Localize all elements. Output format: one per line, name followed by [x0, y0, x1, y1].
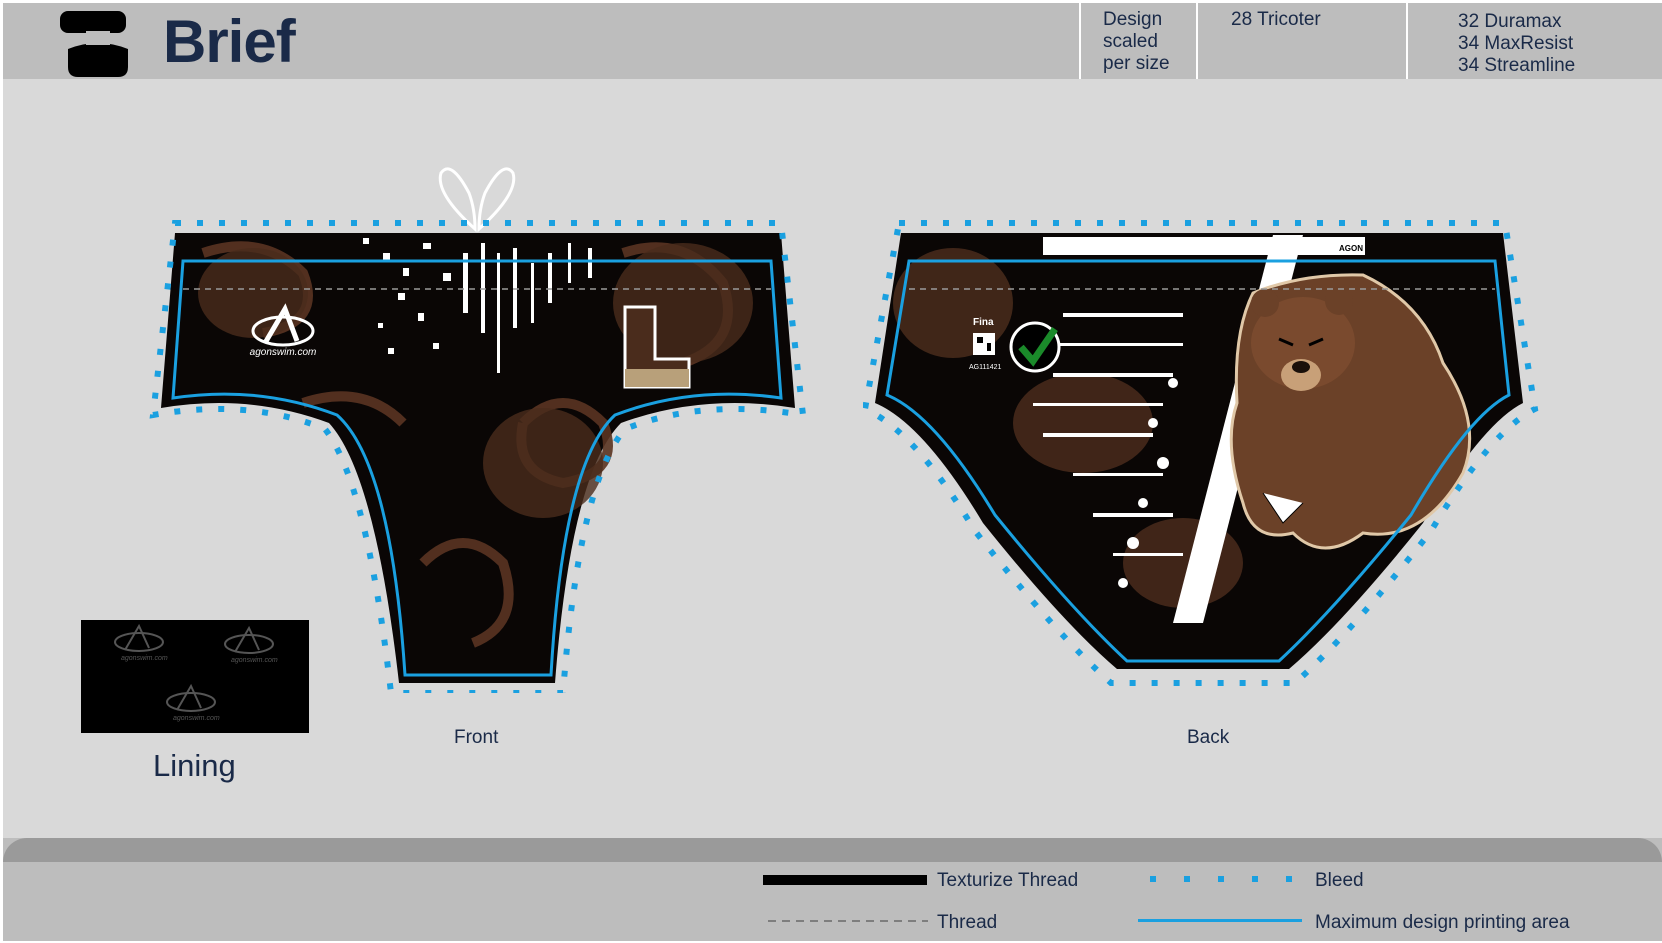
bleed-label: Bleed: [1315, 870, 1364, 891]
page-frame: Brief Design scaled per size 28 Tricoter…: [3, 3, 1662, 941]
fabric-note: 28 Tricoter: [1231, 9, 1321, 30]
max-area-swatch: [1138, 919, 1302, 922]
checkmark-icon: [1009, 321, 1061, 373]
texturize-thread-swatch: [763, 875, 927, 885]
legend-bar-top: [3, 838, 1662, 862]
lining-logo-pattern: agonswim.com agonswim.com agonswim.com: [114, 623, 278, 722]
bleed-swatch: [1150, 876, 1304, 882]
size-list: 32 Duramax 34 MaxResist 34 Streamline: [1458, 11, 1576, 76]
texturize-thread-label: Texturize Thread: [937, 870, 1079, 891]
back-label: Back: [1187, 727, 1230, 748]
lining-label: Lining: [153, 748, 236, 783]
header-bar: Brief Design scaled per size 28 Tricoter…: [3, 3, 1662, 79]
front-label: Front: [454, 727, 499, 748]
design-note: Design scaled per size: [1103, 9, 1170, 74]
fina-label: Fina: [973, 317, 994, 328]
brief-icon: [60, 11, 128, 77]
lining-swatch: agonswim.com agonswim.com agonswim.com: [81, 620, 309, 733]
agon-logo-text: agonswim.com: [250, 347, 317, 358]
drawstring-icon: [438, 167, 516, 233]
max-area-label: Maximum design printing area: [1315, 912, 1570, 933]
header-divider: [1196, 3, 1198, 79]
lining-logo-text: agonswim.com: [231, 657, 278, 664]
front-brief-artwork: agonswim.com: [149, 167, 807, 693]
thread-swatch: [768, 920, 928, 922]
header-divider: [1079, 3, 1081, 79]
lining-logo-text: agonswim.com: [173, 715, 220, 722]
lining-logo-text: agonswim.com: [121, 655, 168, 662]
fina-code: AG111421: [969, 364, 1002, 371]
care-label-strip: [1043, 237, 1365, 255]
page-title: Brief: [163, 8, 296, 75]
header-divider: [1406, 3, 1408, 79]
thread-label: Thread: [937, 912, 998, 933]
agon-tag-text: AGON: [1339, 244, 1363, 253]
back-brief-artwork: AGON Fina AG111421: [863, 220, 1539, 686]
